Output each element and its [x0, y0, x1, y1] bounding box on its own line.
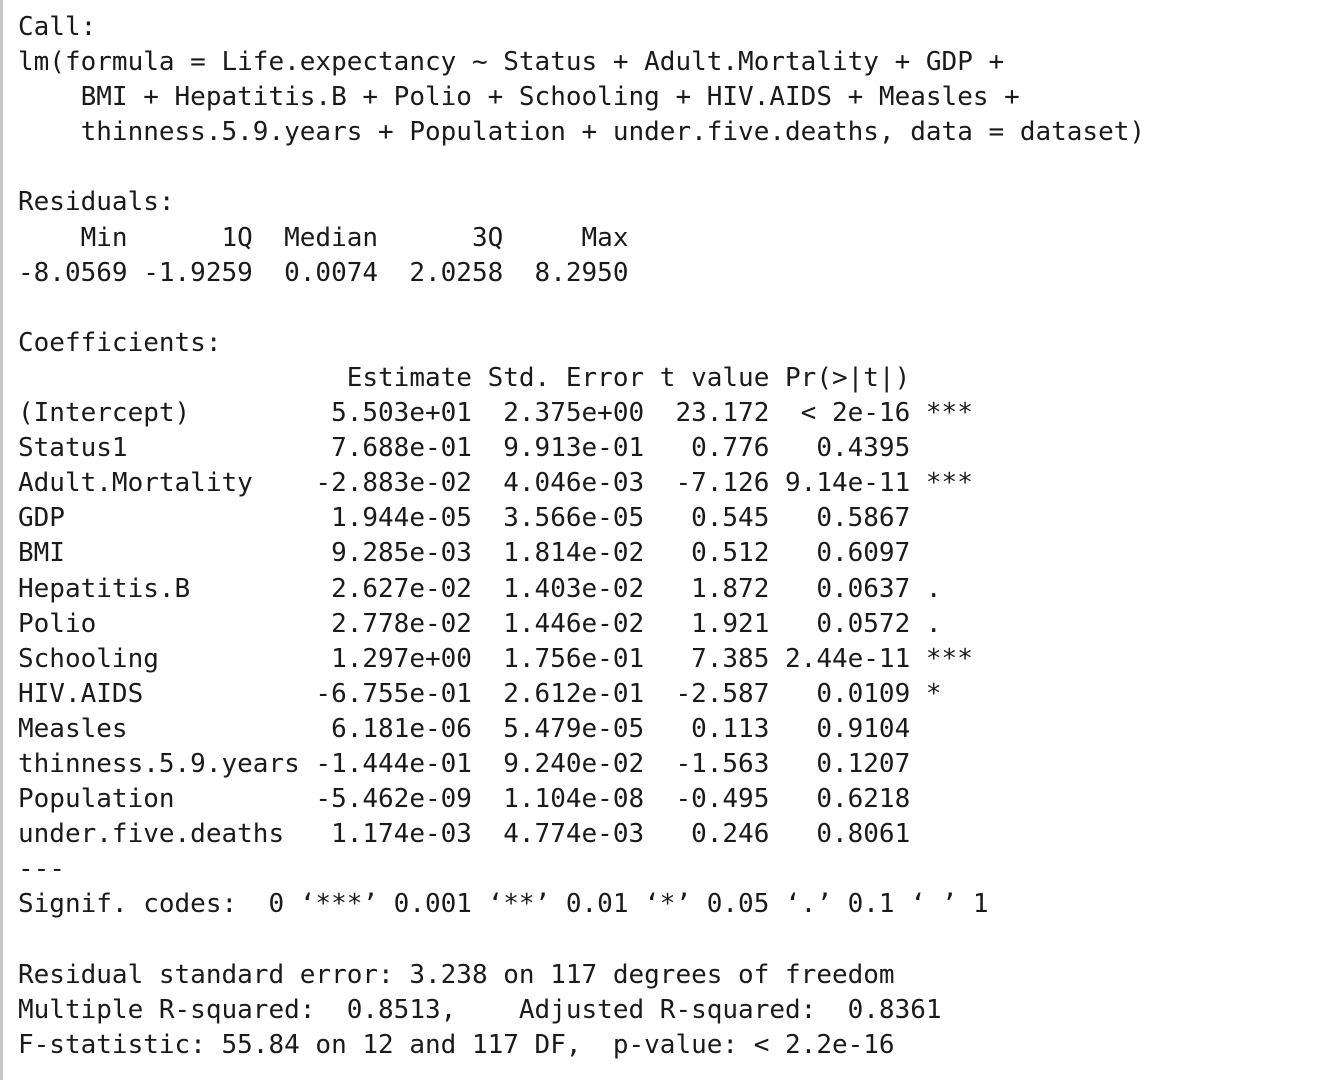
signif-codes-legend: Signif. codes: 0 ‘***’ 0.001 ‘**’ 0.01 ‘… — [18, 889, 989, 920]
coefficients-header: Coefficients: — [18, 327, 222, 358]
call-header: Call: — [18, 12, 97, 42]
call-formula-line-1: lm(formula = Life.expectancy ~ Status + … — [18, 47, 1005, 78]
coef-row-measles: Measles 6.181e-06 5.479e-05 0.113 0.9104 — [18, 713, 911, 744]
coef-row-polio: Polio 2.778e-02 1.446e-02 1.921 0.0572 . — [18, 608, 942, 639]
residuals-quantile-labels: Min 1Q Median 3Q Max — [18, 222, 629, 253]
f-statistic-line: F-statistic: 55.84 on 12 and 117 DF, p-v… — [18, 1029, 895, 1060]
coefficients-column-headers: Estimate Std. Error t value Pr(>|t|) — [18, 362, 911, 393]
residuals-header: Residuals: — [18, 187, 175, 218]
coef-row-thinness: thinness.5.9.years -1.444e-01 9.240e-02 … — [18, 748, 911, 779]
separator-dashes: --- — [18, 854, 65, 885]
call-formula-line-3: thinness.5.9.years + Population + under.… — [18, 117, 1146, 148]
r-squared-line: Multiple R-squared: 0.8513, Adjusted R-s… — [18, 994, 958, 1025]
coef-row-population: Population -5.462e-09 1.104e-08 -0.495 0… — [18, 784, 911, 815]
coef-row-intercept: (Intercept) 5.503e+01 2.375e+00 23.172 <… — [18, 398, 973, 429]
lm-summary-output: Call: lm(formula = Life.expectancy ~ Stat… — [18, 10, 1145, 1063]
coef-row-hiv-aids: HIV.AIDS -6.755e-01 2.612e-01 -2.587 0.0… — [18, 678, 942, 709]
coef-row-hepatitis-b: Hepatitis.B 2.627e-02 1.403e-02 1.872 0.… — [18, 573, 942, 604]
r-console-output-pane[interactable]: Call: lm(formula = Life.expectancy ~ Stat… — [0, 0, 1317, 1080]
call-formula-line-2: BMI + Hepatitis.B + Polio + Schooling + … — [18, 82, 1020, 113]
residuals-quantile-values: -8.0569 -1.9259 0.0074 2.0258 8.2950 — [18, 257, 629, 288]
coef-row-gdp: GDP 1.944e-05 3.566e-05 0.545 0.5867 — [18, 503, 911, 534]
residual-standard-error: Residual standard error: 3.238 on 117 de… — [18, 959, 895, 990]
coef-row-bmi: BMI 9.285e-03 1.814e-02 0.512 0.6097 — [18, 538, 911, 569]
coef-row-under-five-deaths: under.five.deaths 1.174e-03 4.774e-03 0.… — [18, 819, 911, 850]
coef-row-schooling: Schooling 1.297e+00 1.756e-01 7.385 2.44… — [18, 643, 973, 674]
coef-row-status1: Status1 7.688e-01 9.913e-01 0.776 0.4395 — [18, 433, 911, 464]
coef-row-adult-mortality: Adult.Mortality -2.883e-02 4.046e-03 -7.… — [18, 468, 973, 499]
